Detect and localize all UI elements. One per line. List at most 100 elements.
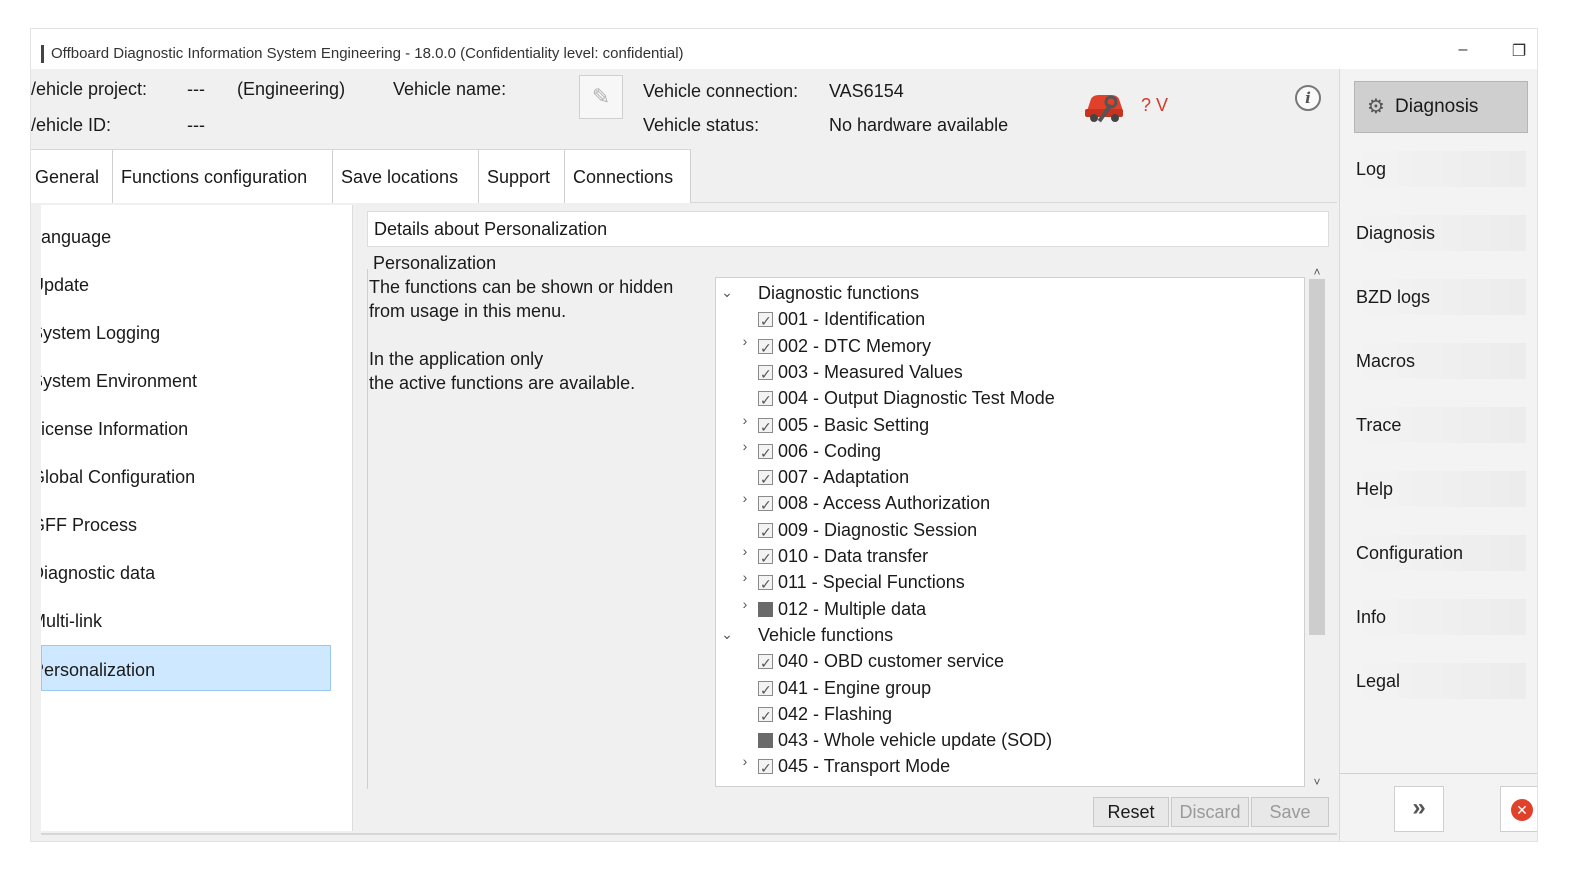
expand-icon[interactable]: › — [738, 438, 752, 454]
function-checkbox[interactable] — [758, 703, 773, 729]
tree-item-label: 001 - Identification — [778, 309, 926, 330]
menu-item-gff-process[interactable]: GFF Process — [41, 501, 331, 547]
tree-item[interactable]: 041 - Engine group — [758, 675, 931, 703]
tree-item[interactable]: 043 - Whole vehicle update (SOD) — [758, 727, 1052, 753]
function-checkbox[interactable] — [758, 335, 773, 361]
nav-item-trace[interactable]: Trace — [1356, 407, 1526, 443]
tree-item[interactable]: 003 - Measured Values — [758, 359, 963, 387]
nav-item-legal[interactable]: Legal — [1356, 663, 1526, 699]
tree-group-label[interactable]: Vehicle functions — [758, 622, 893, 648]
tree-item[interactable]: 011 - Special Functions — [758, 569, 965, 597]
function-checkbox[interactable] — [758, 308, 773, 334]
function-checkbox[interactable] — [758, 571, 773, 597]
tree-item[interactable]: 002 - DTC Memory — [758, 333, 931, 361]
menu-item-multi-link[interactable]: Multi-link — [41, 597, 331, 643]
expand-icon[interactable]: › — [738, 333, 752, 349]
tree-item-label: 005 - Basic Setting — [778, 414, 930, 435]
maximize-button[interactable]: ❐ — [1507, 41, 1531, 61]
menu-item-personalization[interactable]: Personalization — [41, 645, 331, 691]
save-button[interactable]: Save — [1251, 797, 1329, 827]
edit-icon[interactable]: ✎ — [579, 75, 623, 119]
expand-icon[interactable]: › — [738, 569, 752, 585]
function-checkbox[interactable] — [758, 545, 773, 571]
tab-functions-configuration[interactable]: Functions configuration — [113, 149, 333, 203]
tree-item[interactable]: 010 - Data transfer — [758, 543, 928, 571]
nav-item-diagnosis[interactable]: Diagnosis — [1356, 215, 1526, 251]
diagnosis-mode-button[interactable]: ⚙ Diagnosis — [1354, 81, 1528, 133]
menu-item-update[interactable]: Update — [41, 261, 331, 307]
exit-button[interactable]: ✕ — [1500, 786, 1537, 832]
expand-icon[interactable]: › — [738, 543, 752, 559]
tree-item[interactable]: 045 - Transport Mode — [758, 753, 950, 781]
gear-icon: ⚙ — [1367, 96, 1385, 118]
function-checkbox[interactable] — [758, 440, 773, 466]
group-expand-icon[interactable]: ⌄ — [720, 284, 734, 301]
tree-item[interactable]: 042 - Flashing — [758, 701, 892, 729]
bottom-divider — [41, 833, 1337, 835]
menu-item-license-information[interactable]: License Information — [41, 405, 331, 451]
vehicle-project-label: /ehicle project: — [31, 79, 148, 99]
menu-item-language[interactable]: Language — [41, 213, 331, 259]
function-checkbox[interactable] — [758, 519, 773, 545]
tree-scrollbar[interactable]: ˄ ˅ — [1305, 265, 1327, 795]
scroll-thumb[interactable] — [1309, 279, 1325, 635]
function-checkbox[interactable] — [758, 677, 773, 703]
function-tree: ⌄ Diagnostic functions 001 - Identificatio… — [715, 277, 1305, 787]
function-checkbox[interactable] — [758, 387, 773, 413]
nav-item-log[interactable]: Log — [1356, 151, 1526, 187]
tree-item[interactable]: 012 - Multiple data — [758, 596, 926, 622]
diagnosis-mode-label: Diagnosis — [1395, 96, 1479, 117]
function-checkbox[interactable] — [758, 361, 773, 387]
tree-item-label: 009 - Diagnostic Session — [778, 519, 978, 540]
menu-item-global-configuration[interactable]: Global Configuration — [41, 453, 331, 499]
tree-item[interactable]: 005 - Basic Setting — [758, 412, 930, 440]
function-checkbox[interactable] — [758, 650, 773, 676]
title-bar: Offboard Diagnostic Information System E… — [31, 29, 1537, 69]
tree-item-label: 004 - Output Diagnostic Test Mode — [778, 388, 1055, 409]
nav-item-help[interactable]: Help — [1356, 471, 1526, 507]
scroll-up-icon[interactable]: ˄ — [1309, 265, 1325, 279]
tree-item[interactable]: 006 - Coding — [758, 438, 881, 466]
reset-button[interactable]: Reset — [1093, 797, 1169, 827]
tab-connections[interactable]: Connections — [565, 149, 691, 203]
group-expand-icon[interactable]: ⌄ — [720, 626, 734, 643]
function-checkbox[interactable] — [758, 414, 773, 440]
nav-item-macros[interactable]: Macros — [1356, 343, 1526, 379]
tree-item[interactable]: 040 - OBD customer service — [758, 648, 1004, 676]
tree-item-label: 043 - Whole vehicle update (SOD) — [778, 730, 1053, 751]
function-checkbox[interactable] — [758, 601, 773, 617]
expand-icon[interactable]: › — [738, 412, 752, 428]
expand-icon[interactable]: › — [738, 490, 752, 506]
tree-item[interactable]: 004 - Output Diagnostic Test Mode — [758, 385, 1055, 413]
tree-item[interactable]: 008 - Access Authorization — [758, 490, 990, 518]
tab-support[interactable]: Support — [479, 149, 565, 203]
tree-item[interactable]: 009 - Diagnostic Session — [758, 517, 978, 545]
function-checkbox[interactable] — [758, 492, 773, 518]
expand-icon[interactable]: › — [738, 753, 752, 769]
tab-general[interactable]: General — [31, 149, 113, 203]
tree-item[interactable]: 001 - Identification — [758, 306, 926, 334]
car-wrench-icon[interactable] — [1081, 83, 1127, 127]
discard-button[interactable]: Discard — [1171, 797, 1249, 827]
forward-icon[interactable]: » — [1394, 786, 1444, 832]
nav-item-bzd-logs[interactable]: BZD logs — [1356, 279, 1526, 315]
right-nav-panel: ⚙ Diagnosis Log Diagnosis BZD logs Macro… — [1339, 69, 1537, 841]
section-title: Personalization — [373, 253, 497, 273]
nav-item-info[interactable]: Info — [1356, 599, 1526, 635]
menu-item-system-environment[interactable]: System Environment — [41, 357, 331, 403]
info-icon[interactable]: i — [1295, 85, 1321, 111]
function-checkbox[interactable] — [758, 733, 773, 749]
tab-save-locations[interactable]: Save locations — [333, 149, 479, 203]
function-checkbox[interactable] — [758, 466, 773, 492]
minimize-button[interactable]: – — [1451, 41, 1475, 59]
menu-item-diagnostic-data[interactable]: Diagnostic data — [41, 549, 331, 595]
menu-item-system-logging[interactable]: System Logging — [41, 309, 331, 355]
scroll-down-icon[interactable]: ˅ — [1309, 775, 1325, 789]
tree-item[interactable]: 007 - Adaptation — [758, 464, 909, 492]
nav-item-configuration[interactable]: Configuration — [1356, 535, 1526, 571]
function-checkbox[interactable] — [758, 755, 773, 781]
tree-item-label: 011 - Special Functions — [778, 572, 965, 593]
expand-icon[interactable]: › — [738, 596, 752, 612]
settings-tabs: General Functions configuration Save loc… — [31, 147, 1337, 203]
tree-group-label[interactable]: Diagnostic functions — [758, 280, 919, 306]
